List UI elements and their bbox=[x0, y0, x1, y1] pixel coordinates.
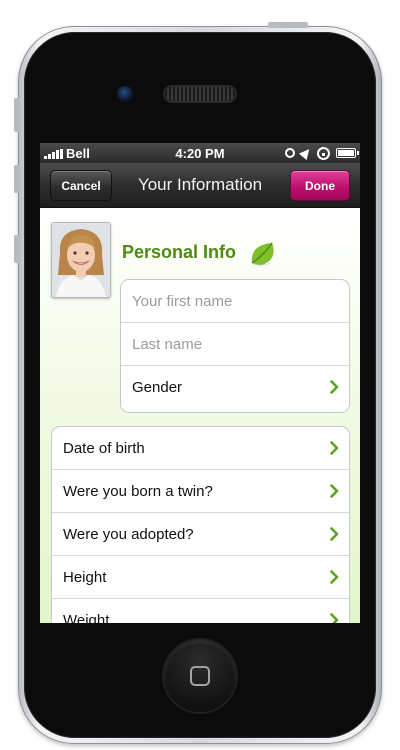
gender-row[interactable]: Gender bbox=[121, 366, 349, 409]
first-name-placeholder: Your first name bbox=[132, 293, 233, 310]
status-bar: Bell 4:20 PM bbox=[40, 143, 360, 163]
power-button bbox=[268, 22, 308, 28]
row-label: Were you born a twin? bbox=[63, 483, 213, 500]
chevron-right-icon bbox=[330, 570, 339, 584]
row-label: Date of birth bbox=[63, 440, 145, 457]
chevron-right-icon bbox=[330, 613, 339, 623]
name-gender-group: Your first name Last name Gender bbox=[120, 279, 350, 413]
form-content[interactable]: Personal Info Your first name Last name … bbox=[40, 208, 360, 623]
gender-label: Gender bbox=[132, 379, 183, 396]
chevron-right-icon bbox=[330, 527, 339, 541]
status-icons bbox=[285, 145, 359, 161]
section-title: Personal Info bbox=[122, 242, 237, 262]
row-label: Were you adopted? bbox=[63, 526, 194, 543]
avatar-photo bbox=[52, 223, 110, 297]
details-row-height[interactable]: Height bbox=[52, 556, 349, 599]
battery-icon bbox=[336, 148, 359, 158]
chevron-right-icon bbox=[330, 380, 339, 394]
navigation-bar: Cancel Your Information Done bbox=[40, 163, 360, 208]
row-label: Weight bbox=[63, 612, 110, 623]
row-label: Height bbox=[63, 569, 107, 586]
volume-up-button bbox=[14, 165, 20, 193]
avatar[interactable] bbox=[51, 222, 111, 298]
details-row-date-of-birth[interactable]: Date of birth bbox=[52, 427, 349, 470]
details-row-twin[interactable]: Were you born a twin? bbox=[52, 470, 349, 513]
done-button[interactable]: Done bbox=[290, 170, 350, 201]
leaf-icon bbox=[251, 242, 274, 266]
last-name-placeholder: Last name bbox=[132, 336, 203, 353]
details-row-weight[interactable]: Weight bbox=[52, 599, 349, 623]
front-camera bbox=[117, 86, 133, 102]
last-name-field[interactable]: Last name bbox=[121, 323, 349, 366]
volume-down-button bbox=[14, 235, 20, 263]
earpiece-speaker bbox=[165, 87, 235, 101]
chevron-right-icon bbox=[330, 484, 339, 498]
alarm-icon bbox=[285, 148, 295, 158]
details-row-adopted[interactable]: Were you adopted? bbox=[52, 513, 349, 556]
mute-switch bbox=[14, 98, 20, 132]
location-icon bbox=[298, 145, 314, 161]
details-group: Date of birth Were you born a twin? Were… bbox=[51, 426, 350, 623]
home-button-square-icon bbox=[190, 666, 210, 686]
first-name-field[interactable]: Your first name bbox=[121, 280, 349, 323]
chevron-right-icon bbox=[330, 441, 339, 455]
screen: Bell 4:20 PM Cancel Your Information Don… bbox=[40, 143, 360, 623]
rotation-lock-icon bbox=[317, 146, 330, 160]
